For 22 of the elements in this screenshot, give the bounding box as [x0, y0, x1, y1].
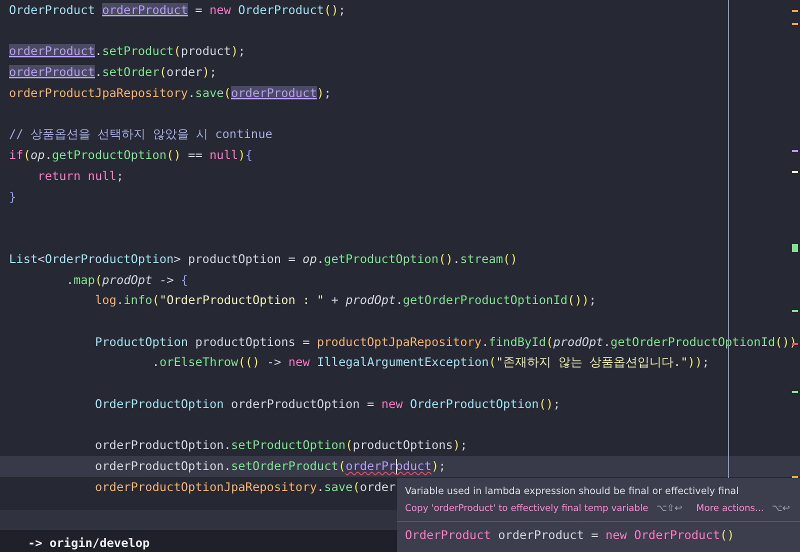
code-preview: OrderProduct orderProduct = new OrderProduct() — [397, 521, 800, 542]
code-line: log.info("OrderProductOption : " + prodOpt.getOrderProductOptionId()); — [94, 292, 596, 310]
code-line: OrderProductOption orderProductOption = new OrderProductOption(); — [94, 396, 560, 413]
quick-fix-link[interactable]: Copy 'orderProduct' to effectively final temp variable — [405, 503, 648, 514]
shortcut-hint: ⌥⇧↩ — [656, 503, 682, 514]
code-line: orderProduct.setProduct(product); — [9, 43, 246, 60]
shortcut-hint: ⌥↩ — [772, 503, 790, 514]
code-line: .map(prodOpt -> { — [66, 272, 188, 289]
quick-fix-link[interactable]: More actions... — [696, 503, 764, 514]
code-line: .orElseThrow(() -> new IllegalArgumentException("존재하지 않는 상품옵션입니다.")); — [152, 354, 710, 372]
warning-message: Variable used in lambda expression should be final or effectively final — [404, 485, 740, 497]
code-line: orderProductOptionJpaRepository.save(order — [94, 478, 396, 496]
code-line: // 상품옵션을 선택하지 않았을 시 continue — [9, 126, 272, 144]
code-line: orderProductOption.setProductOption(productOptions); — [94, 437, 468, 454]
code-line: } — [9, 188, 16, 206]
code-line: return null; — [38, 168, 124, 185]
code-line: orderProductJpaRepository.save(orderProduct); — [9, 84, 332, 102]
code-line: List<OrderProductOption> productOption = op.getProductOption().stream() — [9, 250, 518, 268]
code-line: if(op.getProductOption() == null){ — [9, 147, 252, 164]
branch-label: -> origin/develop — [28, 536, 150, 550]
code-line: orderProduct.setOrder(order); — [9, 64, 217, 82]
code-line: OrderProduct orderProduct = new OrderProduct(); — [9, 2, 346, 19]
